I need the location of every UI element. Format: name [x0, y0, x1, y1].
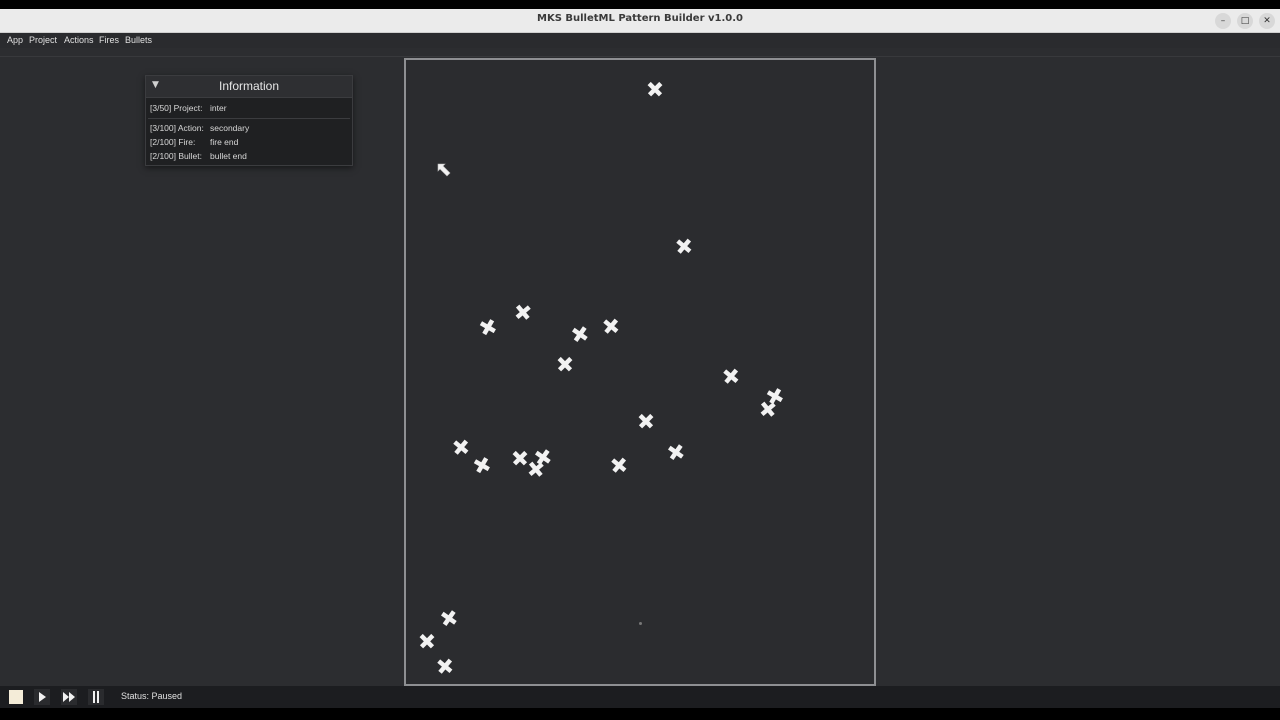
info-row-bullet: [2/100] Bullet: bullet end [150, 151, 247, 161]
info-row-action: [3/100] Action: secondary [150, 123, 249, 133]
origin-marker [639, 622, 642, 625]
info-value: secondary [210, 123, 250, 133]
cross-bullet-icon [557, 356, 573, 372]
cross-bullet-icon [760, 401, 776, 417]
cross-bullet-icon [515, 304, 531, 320]
step-icon[interactable] [88, 689, 104, 705]
cross-bullet-icon [603, 318, 619, 334]
cross-bullet-icon [453, 439, 469, 455]
info-label: [2/100] Fire: [150, 137, 196, 147]
info-row-fire: [2/100] Fire: fire end [150, 137, 238, 147]
cross-bullet-icon [611, 457, 627, 473]
title-bar: MKS BulletML Pattern Builder v1.0.0 – □ … [0, 9, 1280, 33]
cross-bullet-icon [647, 81, 663, 97]
maximize-button[interactable]: □ [1237, 13, 1253, 29]
info-row-project: [3/50] Project: inter [150, 103, 227, 113]
cross-bullet-icon [441, 610, 457, 626]
stop-icon[interactable] [8, 689, 24, 705]
info-value: fire end [210, 137, 239, 147]
minimize-button[interactable]: – [1215, 13, 1231, 29]
cross-bullet-icon [676, 238, 692, 254]
window-title: MKS BulletML Pattern Builder v1.0.0 [537, 13, 743, 24]
app-window: MKS BulletML Pattern Builder v1.0.0 – □ … [0, 0, 1280, 720]
menu-actions[interactable]: Actions [64, 35, 94, 45]
menu-project[interactable]: Project [29, 35, 57, 45]
arrow-emitter-icon [437, 163, 451, 177]
info-label: [2/100] Bullet: [150, 151, 202, 161]
menu-bullets[interactable]: Bullets [125, 35, 152, 45]
menu-bar: App Project Actions Fires Bullets [0, 33, 1280, 48]
close-button[interactable]: ✕ [1259, 13, 1275, 29]
fast-forward-icon[interactable] [61, 689, 77, 705]
cross-bullet-icon [638, 413, 654, 429]
information-panel-title: Information [218, 79, 280, 93]
cross-bullet-icon [528, 461, 544, 477]
status-text: Status: Paused [121, 691, 183, 701]
cross-bullet-icon [479, 319, 496, 336]
information-panel-header[interactable]: ▼ Information [146, 76, 352, 98]
info-value: bullet end [210, 151, 247, 161]
info-value: inter [210, 103, 227, 113]
info-separator [148, 118, 350, 119]
information-panel: ▼ Information [3/50] Project: inter [3/10… [145, 75, 353, 166]
cross-bullet-icon [473, 457, 490, 474]
cross-bullet-icon [419, 633, 435, 649]
cross-bullet-icon [437, 658, 453, 674]
cross-bullet-icon [572, 326, 588, 342]
cross-bullet-icon [723, 368, 739, 384]
workspace-divider [0, 56, 1280, 57]
status-bar: Status: Paused [0, 686, 1280, 708]
info-label: [3/50] Project: [150, 103, 203, 113]
cross-bullet-icon [668, 444, 684, 460]
info-label: [3/100] Action: [150, 123, 204, 133]
menu-app[interactable]: App [7, 35, 23, 45]
pattern-canvas[interactable] [404, 58, 876, 686]
menu-fires[interactable]: Fires [99, 35, 119, 45]
play-icon[interactable] [34, 689, 50, 705]
